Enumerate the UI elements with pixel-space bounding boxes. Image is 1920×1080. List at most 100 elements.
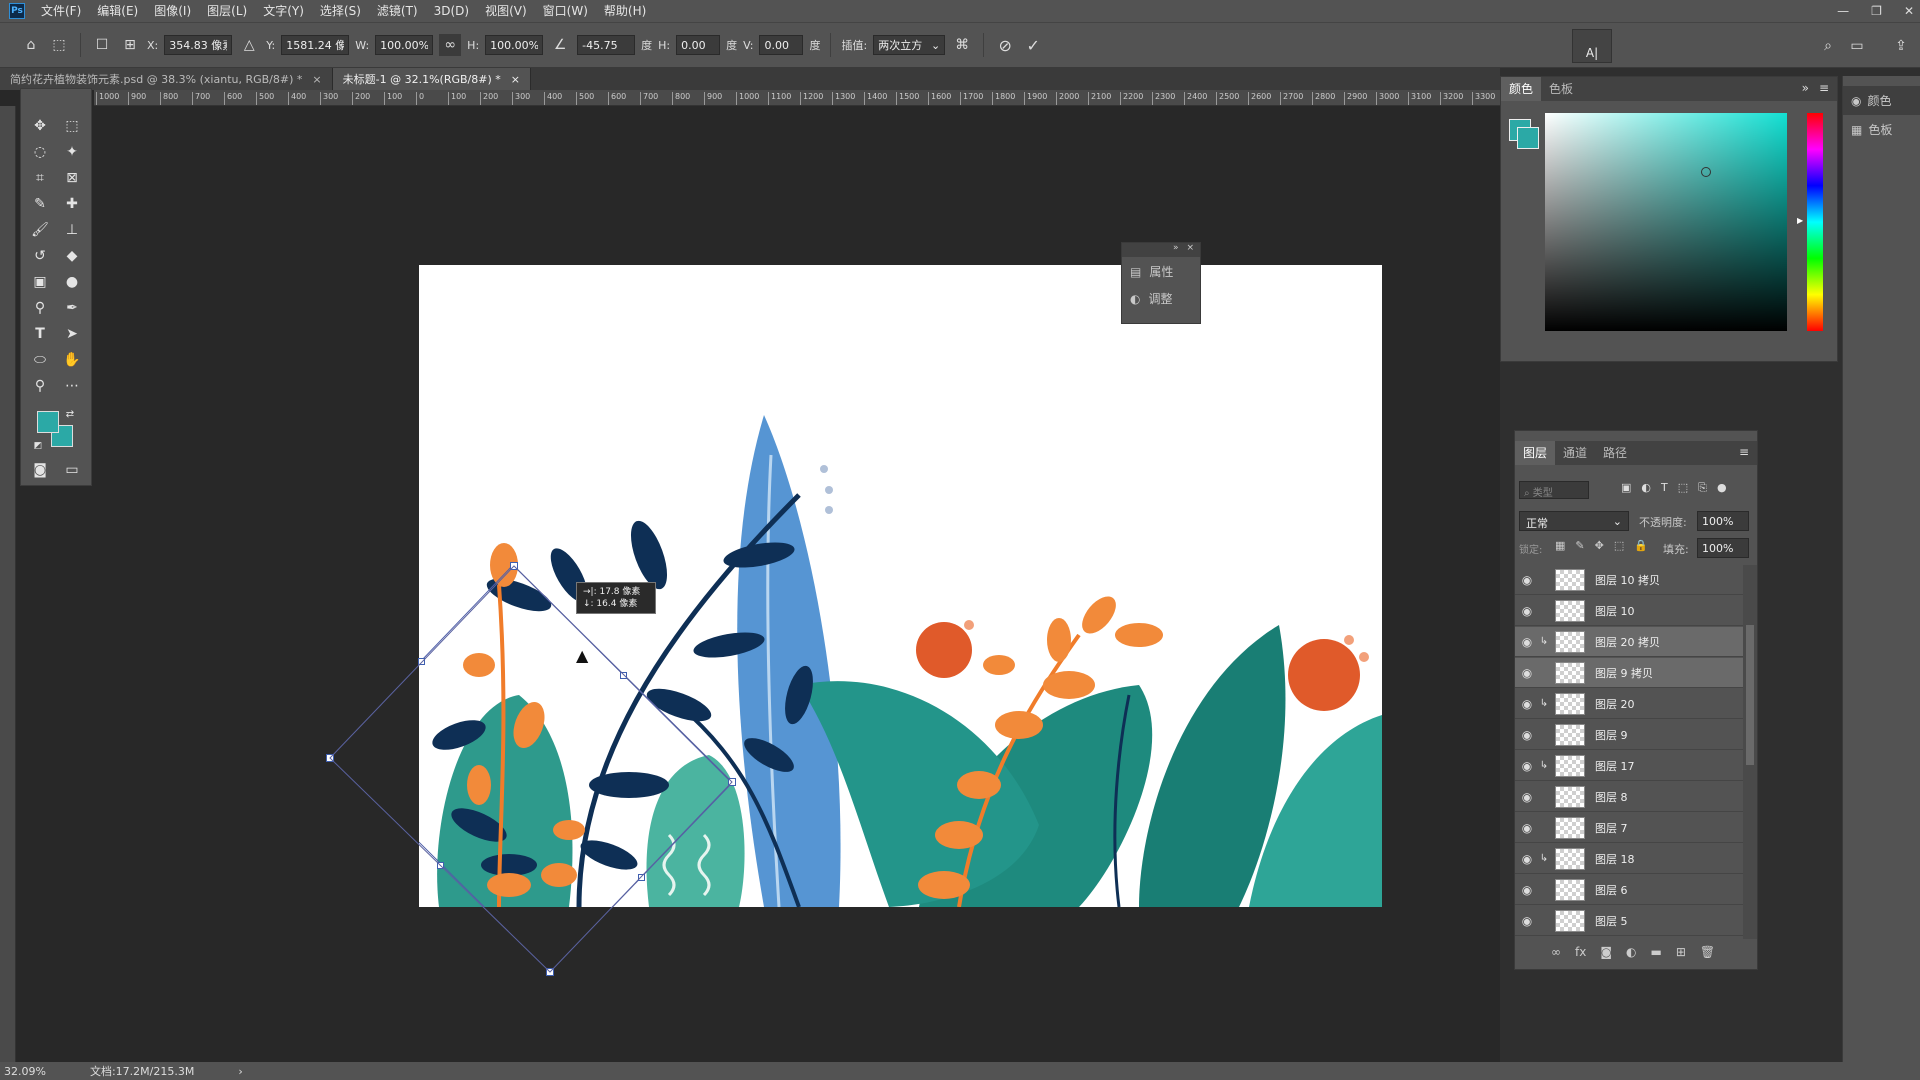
interpolation-select[interactable]: 两次立方 ⌄	[873, 35, 946, 55]
status-menu-arrow[interactable]: ›	[238, 1065, 242, 1078]
layer-thumbnail[interactable]	[1555, 630, 1585, 653]
visibility-eye-icon[interactable]: ◉	[1515, 573, 1539, 587]
character-panel-button[interactable]: A|	[1572, 29, 1612, 63]
tab-document-2[interactable]: 未标题-1 @ 32.1%(RGB/8#) * ×	[332, 68, 531, 90]
workspace-icon[interactable]: ▭	[1846, 35, 1868, 57]
visibility-eye-icon[interactable]: ◉	[1515, 697, 1539, 711]
visibility-eye-icon[interactable]: ◉	[1515, 666, 1539, 680]
layer-name[interactable]: 图层 5	[1595, 913, 1628, 929]
dodge-tool-icon[interactable]: ⚲	[27, 297, 53, 319]
menu-edit[interactable]: 编辑(E)	[89, 0, 146, 22]
blend-mode-select[interactable]: 正常 ⌄	[1519, 511, 1629, 531]
crop-tool-icon[interactable]: ⌗	[27, 167, 53, 189]
zoom-tool-icon[interactable]: ⚲	[27, 375, 53, 397]
layer-row[interactable]: ◉ 图层 10 拷贝	[1515, 565, 1743, 595]
menu-window[interactable]: 窗口(W)	[535, 0, 596, 22]
layer-row[interactable]: ◉ 图层 7	[1515, 813, 1743, 843]
x-input[interactable]	[164, 35, 233, 55]
layer-name[interactable]: 图层 10 拷贝	[1595, 572, 1660, 588]
layer-thumbnail[interactable]	[1555, 847, 1585, 870]
type-tool-icon[interactable]: T	[27, 323, 53, 345]
layer-thumbnail[interactable]	[1555, 692, 1585, 715]
tab-swatches[interactable]: 色板	[1541, 77, 1581, 101]
lock-paint-icon[interactable]: ✎	[1575, 539, 1584, 552]
ellipse-tool-icon[interactable]: ⬭	[27, 349, 53, 371]
layer-filter-input[interactable]: ⌕ 类型	[1519, 481, 1589, 499]
frame-tool-icon[interactable]: ⊠	[59, 167, 85, 189]
panel-menu-icon[interactable]: ≡	[1739, 445, 1749, 459]
home-icon[interactable]: ⌂	[20, 34, 42, 56]
height-input[interactable]	[485, 35, 544, 55]
menu-file[interactable]: 文件(F)	[33, 0, 89, 22]
layer-name[interactable]: 图层 8	[1595, 789, 1628, 805]
type-filter-icon[interactable]: T	[1661, 481, 1668, 495]
layer-row[interactable]: ◉ 图层 9	[1515, 720, 1743, 750]
menu-help[interactable]: 帮助(H)	[596, 0, 654, 22]
fill-input[interactable]: 100%	[1697, 538, 1749, 558]
close-window-button[interactable]: ✕	[1904, 4, 1914, 18]
vskew-input[interactable]	[759, 35, 804, 55]
restore-button[interactable]: ❐	[1871, 4, 1882, 18]
menu-3d[interactable]: 3D(D)	[426, 0, 477, 22]
lasso-tool-icon[interactable]: ◌	[27, 141, 53, 163]
magic-wand-tool-icon[interactable]: ✦	[59, 141, 85, 163]
screen-mode-icon[interactable]: ▭	[59, 459, 85, 481]
vertical-ruler[interactable]	[0, 106, 16, 1062]
color-picker-ring[interactable]	[1701, 167, 1711, 177]
layer-thumbnail[interactable]	[1555, 878, 1585, 901]
minimize-button[interactable]: —	[1837, 4, 1849, 18]
reference-point-checkbox[interactable]: ☐	[91, 34, 113, 56]
tab-paths[interactable]: 路径	[1595, 441, 1635, 465]
quick-mask-icon[interactable]: ◙	[27, 459, 53, 481]
layer-name[interactable]: 图层 7	[1595, 820, 1628, 836]
layer-thumbnail[interactable]	[1555, 661, 1585, 684]
color-field[interactable]	[1545, 113, 1787, 331]
layer-row[interactable]: ◉ 图层 10	[1515, 596, 1743, 626]
layer-row[interactable]: ◉ ↳ 图层 20	[1515, 689, 1743, 719]
y-input[interactable]	[281, 35, 350, 55]
link-icon[interactable]: ∞	[439, 34, 462, 56]
close-icon[interactable]: ×	[1186, 243, 1194, 257]
pixel-filter-icon[interactable]: ▣	[1621, 481, 1631, 495]
foreground-color-swatch[interactable]	[37, 411, 59, 433]
lock-artboard-icon[interactable]: ⬚	[1614, 539, 1624, 552]
layer-row[interactable]: ◉ ↳ 图层 18	[1515, 844, 1743, 874]
history-brush-tool-icon[interactable]: ↺	[27, 245, 53, 267]
layer-row[interactable]: ◉ 图层 8	[1515, 782, 1743, 812]
collapse-icon[interactable]: »	[1802, 81, 1809, 95]
scrollbar-thumb[interactable]	[1746, 625, 1754, 765]
adjustments-item[interactable]: ◐ 调整	[1122, 286, 1200, 311]
layer-name[interactable]: 图层 18	[1595, 851, 1635, 867]
warp-icon[interactable]: ⌘	[951, 34, 973, 56]
swap-colors-icon[interactable]: ⇄	[63, 407, 77, 421]
layer-thumbnail[interactable]	[1555, 754, 1585, 777]
menu-filter[interactable]: 滤镜(T)	[369, 0, 426, 22]
hue-slider-handle[interactable]: ▶	[1797, 216, 1803, 225]
share-icon[interactable]: ⇪	[1890, 35, 1912, 57]
filter-toggle-icon[interactable]: ●	[1717, 481, 1727, 495]
search-icon[interactable]: ⌕	[1817, 35, 1839, 57]
close-tab-icon[interactable]: ×	[511, 73, 520, 86]
layer-name[interactable]: 图层 10	[1595, 603, 1635, 619]
fx-icon[interactable]: fx	[1575, 945, 1586, 959]
delta-icon[interactable]: △	[238, 34, 260, 56]
visibility-eye-icon[interactable]: ◉	[1515, 852, 1539, 866]
tab-color[interactable]: 颜色	[1501, 77, 1542, 101]
adjustment-layer-icon[interactable]: ◐	[1626, 945, 1636, 959]
visibility-eye-icon[interactable]: ◉	[1515, 883, 1539, 897]
pen-tool-icon[interactable]: ✒	[59, 297, 85, 319]
adjustment-filter-icon[interactable]: ◐	[1641, 481, 1651, 495]
layer-thumbnail[interactable]	[1555, 785, 1585, 808]
healing-brush-tool-icon[interactable]: ✚	[59, 193, 85, 215]
eraser-tool-icon[interactable]: ◆	[59, 245, 85, 267]
hue-slider[interactable]	[1807, 113, 1823, 331]
layer-row[interactable]: ◉ ↳ 图层 20 拷贝	[1515, 627, 1743, 657]
lock-position-icon[interactable]: ✥	[1595, 539, 1604, 552]
menu-type[interactable]: 文字(Y)	[255, 0, 312, 22]
layer-thumbnail[interactable]	[1555, 599, 1585, 622]
brush-tool-icon[interactable]: 🖌	[27, 219, 53, 241]
visibility-eye-icon[interactable]: ◉	[1515, 790, 1539, 804]
layer-thumbnail[interactable]	[1555, 816, 1585, 839]
layer-name[interactable]: 图层 6	[1595, 882, 1628, 898]
collapse-icon[interactable]: »	[1173, 243, 1179, 257]
